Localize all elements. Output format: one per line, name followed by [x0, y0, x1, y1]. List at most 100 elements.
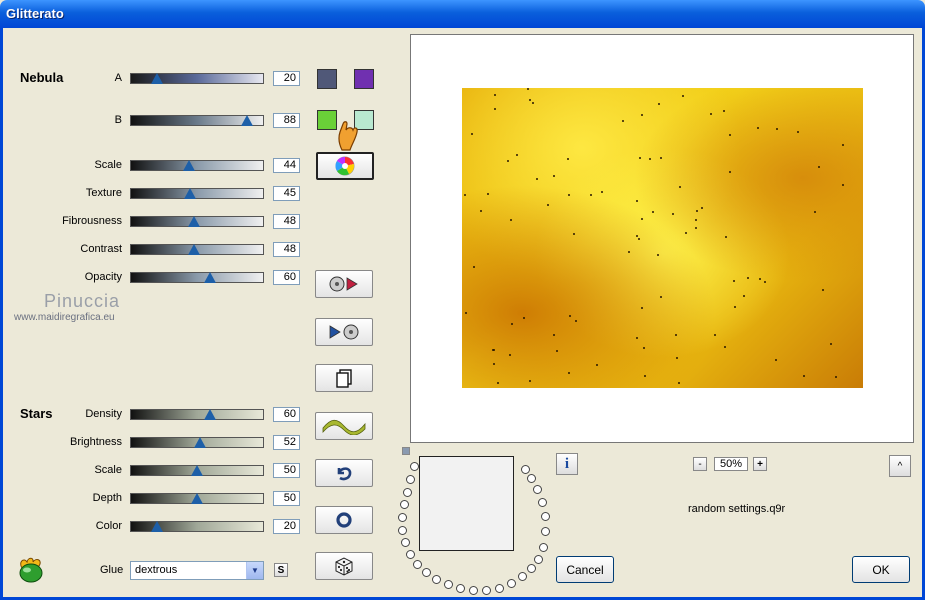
navigator-ring-dot[interactable]	[527, 474, 536, 483]
stars-brightness-slider-thumb[interactable]	[193, 437, 206, 448]
stars-brightness-label: Brightness	[70, 436, 122, 448]
navigator-ring-dot[interactable]	[456, 584, 465, 593]
navigator-ring-dot[interactable]	[482, 586, 491, 595]
nebula-scale-value-field[interactable]: 44	[273, 158, 300, 173]
stars-color-value-field[interactable]: 20	[273, 519, 300, 534]
stars-brightness-slider[interactable]	[130, 437, 264, 448]
navigator-ring-dot[interactable]	[432, 575, 441, 584]
nebula-contrast-slider[interactable]	[130, 244, 264, 255]
star-dot	[729, 171, 731, 173]
collapse-button[interactable]: ^	[889, 455, 911, 477]
stars-color-slider[interactable]	[130, 521, 264, 532]
stars-depth-value-field[interactable]: 50	[273, 491, 300, 506]
nebula-b-slider-thumb[interactable]	[241, 115, 254, 126]
navigator-thumbnail[interactable]	[419, 456, 514, 551]
stars-color-label: Color	[95, 520, 122, 532]
navigator-ring-dot[interactable]	[534, 555, 543, 564]
stars-depth-label: Depth	[92, 492, 122, 504]
nebula-scale-slider-thumb[interactable]	[183, 160, 196, 171]
reset-button[interactable]	[315, 506, 373, 534]
navigator-ring-dot[interactable]	[541, 527, 550, 536]
navigator-ring-dot[interactable]	[398, 526, 407, 535]
nebula-a-slider[interactable]	[130, 73, 264, 84]
star-dot	[573, 233, 575, 235]
navigator-ring-dot[interactable]	[401, 538, 410, 547]
navigator-ring-dot[interactable]	[521, 465, 530, 474]
nebula-b-slider[interactable]	[130, 115, 264, 126]
nebula-texture-slider[interactable]	[130, 188, 264, 199]
nebula-fibrousness-value-field[interactable]: 48	[273, 214, 300, 229]
nebula-fibrousness-slider-thumb[interactable]	[188, 216, 201, 227]
glue-s-button[interactable]: S	[274, 563, 288, 577]
navigator-handle[interactable]	[402, 447, 410, 455]
nebula-scale-slider[interactable]	[130, 160, 264, 171]
copy-button[interactable]	[315, 364, 373, 392]
nebula-a-slider-thumb[interactable]	[151, 73, 164, 84]
nebula-fibrousness-slider[interactable]	[130, 216, 264, 227]
navigator-ring-dot[interactable]	[495, 584, 504, 593]
navigator-ring-dot[interactable]	[527, 564, 536, 573]
stars-density-slider-thumb[interactable]	[204, 409, 217, 420]
stars-scale-slider-thumb[interactable]	[191, 465, 203, 476]
nebula-b-value-field[interactable]: 88	[273, 113, 300, 128]
zoom-in-button[interactable]: +	[753, 457, 767, 471]
navigator-ring-dot[interactable]	[403, 488, 412, 497]
undo-button[interactable]	[315, 459, 373, 487]
chevron-down-icon[interactable]: ▼	[246, 562, 263, 579]
navigator-ring-dot[interactable]	[533, 485, 542, 494]
nebula-contrast-value-field[interactable]: 48	[273, 242, 300, 257]
navigator-ring-dot[interactable]	[413, 560, 422, 569]
nebula-texture-value-field[interactable]: 45	[273, 186, 300, 201]
navigator-ring-dot[interactable]	[406, 550, 415, 559]
save-preset-button[interactable]	[315, 318, 373, 346]
star-dot	[743, 295, 745, 297]
nebula-color-a1-swatch[interactable]	[317, 69, 337, 89]
navigator-ring-dot[interactable]	[422, 568, 431, 577]
nebula-contrast-slider-thumb[interactable]	[188, 244, 201, 255]
nebula-opacity-slider-thumb[interactable]	[204, 272, 217, 283]
glue-select[interactable]: dextrous ▼	[130, 561, 264, 580]
color-wheel-button[interactable]	[316, 152, 374, 180]
navigator-ring-dot[interactable]	[538, 498, 547, 507]
nebula-a-value-field[interactable]: 20	[273, 71, 300, 86]
navigator-ring-dot[interactable]	[410, 462, 419, 471]
ok-button[interactable]: OK	[852, 556, 910, 583]
stars-scale-value-field[interactable]: 50	[273, 463, 300, 478]
star-dot	[729, 134, 731, 136]
stars-density-value-field[interactable]: 60	[273, 407, 300, 422]
stars-density-slider[interactable]	[130, 409, 264, 420]
stars-scale-slider[interactable]	[130, 465, 264, 476]
random-button[interactable]	[315, 552, 373, 580]
star-dot	[536, 178, 538, 180]
navigator-ring-dot[interactable]	[400, 500, 409, 509]
stars-color-slider-thumb[interactable]	[151, 521, 164, 532]
stars-brightness-value-field[interactable]: 52	[273, 435, 300, 450]
navigator-ring-dot[interactable]	[539, 543, 548, 552]
nebula-opacity-value-field[interactable]: 60	[273, 270, 300, 285]
navigator-ring-dot[interactable]	[469, 586, 478, 595]
navigator-ring-dot[interactable]	[398, 513, 407, 522]
star-dot	[652, 211, 654, 213]
star-dot	[842, 144, 844, 146]
star-dot	[733, 280, 735, 282]
stars-depth-slider[interactable]	[130, 493, 264, 504]
load-preset-icon	[329, 276, 358, 292]
app-logo-icon[interactable]	[16, 556, 46, 584]
navigator-ring-dot[interactable]	[518, 572, 527, 581]
nebula-color-a2-swatch[interactable]	[354, 69, 374, 89]
nebula-opacity-slider[interactable]	[130, 272, 264, 283]
nebula-b-label: B	[114, 114, 122, 126]
info-button[interactable]: i	[556, 453, 578, 475]
navigator-ring-dot[interactable]	[444, 580, 453, 589]
navigator-ring-dot[interactable]	[507, 579, 516, 588]
nebula-preview-image	[462, 88, 863, 388]
cancel-button[interactable]: Cancel	[556, 556, 614, 583]
wave-button[interactable]	[315, 412, 373, 440]
load-preset-button[interactable]	[315, 270, 373, 298]
zoom-level[interactable]: 50%	[714, 457, 748, 471]
zoom-out-button[interactable]: -	[693, 457, 707, 471]
stars-depth-slider-thumb[interactable]	[191, 493, 203, 504]
navigator-ring-dot[interactable]	[406, 475, 415, 484]
nebula-texture-slider-thumb[interactable]	[184, 188, 197, 199]
navigator-ring-dot[interactable]	[541, 512, 550, 521]
